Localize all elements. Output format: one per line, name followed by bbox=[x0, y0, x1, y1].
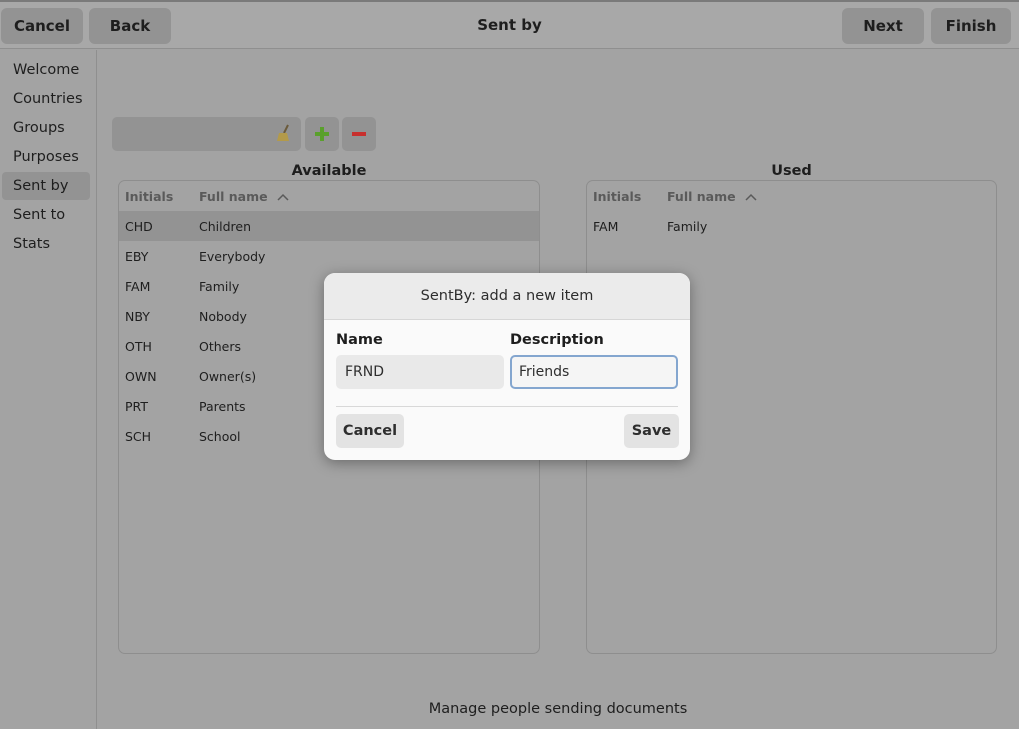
sort-ascending-icon bbox=[745, 193, 757, 201]
dialog-cancel-button[interactable]: Cancel bbox=[336, 414, 404, 448]
sidebar-item-purposes[interactable]: Purposes bbox=[2, 143, 90, 171]
column-header-full-name-label: Full name bbox=[667, 189, 736, 204]
available-title: Available bbox=[291, 163, 367, 179]
row-full-name: Children bbox=[199, 219, 252, 234]
row-full-name: Nobody bbox=[199, 309, 247, 324]
sidebar-item-sent-to[interactable]: Sent to bbox=[2, 201, 90, 229]
row-initials: FAM bbox=[125, 279, 151, 294]
row-full-name: Others bbox=[199, 339, 242, 354]
dialog-title: SentBy: add a new item bbox=[324, 273, 690, 320]
footer-description: Manage people sending documents bbox=[428, 701, 688, 717]
table-row[interactable]: EBY Everybody bbox=[119, 241, 539, 271]
table-row[interactable]: CHD Children bbox=[119, 211, 539, 241]
row-initials: EBY bbox=[125, 249, 149, 264]
column-header-full-name[interactable]: Full name bbox=[199, 189, 289, 204]
description-field[interactable] bbox=[510, 355, 678, 389]
sidebar-item-welcome[interactable]: Welcome bbox=[2, 56, 90, 84]
row-initials: CHD bbox=[125, 219, 153, 234]
sort-ascending-icon bbox=[277, 193, 289, 201]
row-full-name: School bbox=[199, 429, 241, 444]
row-full-name: Family bbox=[667, 219, 708, 234]
column-header-full-name[interactable]: Full name bbox=[667, 189, 757, 204]
row-initials: FAM bbox=[593, 219, 619, 234]
sidebar-item-countries[interactable]: Countries bbox=[2, 85, 90, 113]
sidebar-item-groups[interactable]: Groups bbox=[2, 114, 90, 142]
next-button[interactable]: Next bbox=[842, 8, 924, 44]
table-row[interactable]: FAM Family bbox=[587, 211, 996, 241]
column-header-initials[interactable]: Initials bbox=[125, 189, 173, 204]
row-full-name: Everybody bbox=[199, 249, 266, 264]
remove-button[interactable] bbox=[342, 117, 376, 151]
sidebar-item-sent-by[interactable]: Sent by bbox=[2, 172, 90, 200]
row-full-name: Family bbox=[199, 279, 240, 294]
filter-input[interactable] bbox=[112, 117, 301, 151]
description-label: Description bbox=[510, 332, 604, 348]
row-initials: NBY bbox=[125, 309, 150, 324]
row-initials: SCH bbox=[125, 429, 152, 444]
row-initials: PRT bbox=[125, 399, 148, 414]
name-label: Name bbox=[336, 332, 383, 348]
sidebar-item-stats[interactable]: Stats bbox=[2, 230, 90, 258]
column-header-full-name-label: Full name bbox=[199, 189, 268, 204]
row-initials: OTH bbox=[125, 339, 152, 354]
finish-button[interactable]: Finish bbox=[931, 8, 1011, 44]
row-full-name: Owner(s) bbox=[199, 369, 257, 384]
column-header-initials[interactable]: Initials bbox=[593, 189, 641, 204]
header-bar: Cancel Back Sent by Next Finish bbox=[0, 2, 1019, 49]
dialog-separator bbox=[336, 406, 678, 407]
add-button[interactable] bbox=[305, 117, 339, 151]
add-item-dialog: SentBy: add a new item Name Description … bbox=[324, 273, 690, 460]
used-title: Used bbox=[771, 163, 812, 179]
add-icon bbox=[315, 127, 329, 141]
remove-icon bbox=[352, 132, 366, 136]
row-initials: OWN bbox=[125, 369, 157, 384]
row-full-name: Parents bbox=[199, 399, 246, 414]
sidebar: Welcome Countries Groups Purposes Sent b… bbox=[0, 50, 97, 729]
broom-icon[interactable] bbox=[276, 124, 292, 142]
name-field[interactable] bbox=[336, 355, 504, 389]
dialog-save-button[interactable]: Save bbox=[624, 414, 679, 448]
